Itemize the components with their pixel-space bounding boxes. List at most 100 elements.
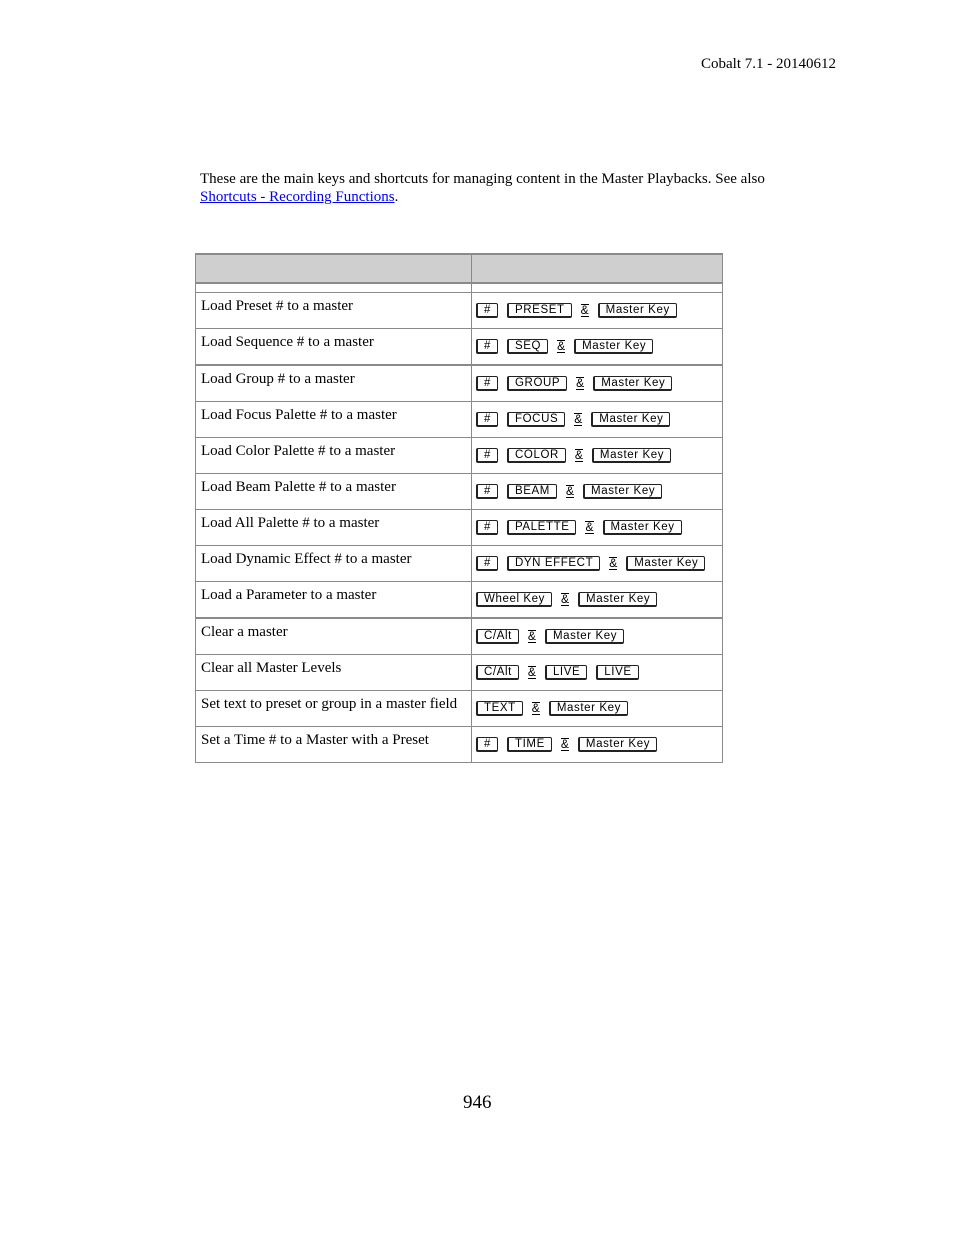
action-cell: Set text to preset or group in a master … (195, 690, 472, 727)
and-symbol: & (580, 303, 589, 318)
table-row: Load Preset # to a master # PRESET & Master … (195, 292, 723, 329)
key-cap: Master Key (577, 737, 658, 753)
action-cell: Load Beam Palette # to a master (195, 473, 472, 510)
keys-cell: Wheel Key & Master Key (471, 581, 723, 619)
and-symbol: & (557, 339, 566, 354)
key-cap: # (476, 556, 498, 572)
keys-cell: # FOCUS & Master Key (471, 401, 723, 438)
key-cap: Master Key (597, 303, 677, 319)
table-row: Load a Parameter to a master Wheel Key & Ma… (195, 581, 723, 619)
key-cap: # (476, 520, 498, 536)
key-cap: C/Alt (476, 665, 519, 681)
keys-cell: # TIME & Master Key (471, 726, 723, 763)
action-cell: Load Sequence # to a master (195, 328, 472, 366)
keys-cell: # PRESET & Master Key (471, 292, 723, 329)
keys-cell: # SEQ & Master Key (471, 328, 723, 366)
key-cap: C/Alt (476, 629, 519, 645)
action-cell: Load Group # to a master (195, 364, 472, 402)
shortcuts-table: Load Preset # to a master # PRESET & Master … (195, 253, 723, 763)
action-cell: Load Preset # to a master (195, 292, 472, 329)
table-header-row (195, 253, 723, 284)
header-action (195, 253, 472, 284)
action-cell: Load a Parameter to a master (195, 581, 472, 619)
key-cap: # (476, 412, 498, 428)
action-cell: Load Color Palette # to a master (195, 437, 472, 474)
and-symbol: & (574, 448, 583, 463)
key-cap: # (476, 376, 498, 392)
keys-cell: C/Alt & LIVE LIVE (471, 654, 723, 691)
key-cap: # (476, 484, 498, 500)
table-row: Load Focus Palette # to a master # FOCUS & M… (195, 401, 723, 438)
key-cap: Master Key (574, 339, 654, 355)
keys-cell: # DYN EFFECT & Master Key (471, 545, 723, 582)
action-cell: Set a Time # to a Master with a Preset (195, 726, 472, 763)
spacer-row (195, 282, 723, 293)
table-row: Load Dynamic Effect # to a master # DYN EF… (195, 545, 723, 582)
key-cap: LIVE (544, 665, 588, 681)
table-row: Load Color Palette # to a master # COLOR & M… (195, 437, 723, 474)
and-symbol: & (531, 701, 540, 716)
action-cell: Load Focus Palette # to a master (195, 401, 472, 438)
key-cap: BEAM (507, 484, 557, 500)
action-cell: Clear all Master Levels (195, 654, 472, 691)
key-cap: PRESET (507, 303, 572, 319)
key-cap: Master Key (548, 701, 628, 717)
key-cap: PALETTE (507, 520, 577, 536)
keys-cell: # BEAM & Master Key (471, 473, 723, 510)
recording-functions-link[interactable]: Shortcuts - Recording Functions (200, 189, 395, 205)
document-version-header: Cobalt 7.1 - 20140612 (701, 56, 836, 72)
keys-cell: # GROUP & Master Key (471, 364, 723, 402)
spacer-cell (471, 282, 723, 293)
table-row: Load Sequence # to a master # SEQ & Master K… (195, 328, 723, 366)
key-cap: Master Key (544, 629, 625, 645)
spacer-cell (195, 282, 472, 293)
key-cap: DYN EFFECT (507, 556, 601, 572)
keys-cell: # COLOR & Master Key (471, 437, 723, 474)
key-cap: # (476, 448, 498, 464)
key-cap: GROUP (507, 376, 568, 392)
key-cap: Master Key (583, 484, 663, 500)
intro-paragraph: These are the main keys and shortcuts fo… (200, 170, 810, 206)
key-cap: Master Key (626, 556, 706, 572)
and-symbol: & (560, 737, 569, 752)
and-symbol: & (527, 629, 536, 644)
key-cap: # (476, 737, 498, 753)
key-cap: Master Key (591, 412, 671, 428)
key-cap: TEXT (476, 701, 523, 717)
intro-trailing: . (394, 189, 399, 205)
key-cap: SEQ (507, 339, 549, 355)
key-cap: TIME (507, 737, 552, 753)
keys-cell: # PALETTE & Master Key (471, 509, 723, 546)
key-cap: # (476, 303, 498, 319)
action-cell: Clear a master (195, 617, 472, 655)
key-cap: Master Key (602, 520, 682, 536)
page-number: 946 (463, 1092, 492, 1113)
table-row: Clear all Master Levels C/Alt & LIVE LIVE (195, 654, 723, 691)
table-row: Clear a master C/Alt & Master Key (195, 617, 723, 655)
table-row: Set text to preset or group in a master … (195, 690, 723, 727)
key-cap: Wheel Key (476, 592, 553, 608)
key-cap: FOCUS (507, 412, 566, 428)
and-symbol: & (576, 376, 585, 391)
key-cap: Master Key (578, 592, 658, 608)
header-keys (471, 253, 723, 284)
table-row: Load Beam Palette # to a master # BEAM & Mas… (195, 473, 723, 510)
table-row: Load Group # to a master # GROUP & Master Ke… (195, 364, 723, 402)
action-cell: Load Dynamic Effect # to a master (195, 545, 472, 582)
key-cap: Master Key (593, 376, 673, 392)
and-symbol: & (561, 592, 570, 607)
action-cell: Load All Palette # to a master (195, 509, 472, 546)
intro-text: These are the main keys and shortcuts fo… (200, 171, 765, 187)
and-symbol: & (574, 412, 583, 427)
and-symbol: & (527, 665, 536, 680)
key-cap: COLOR (507, 448, 566, 464)
keys-cell: C/Alt & Master Key (471, 617, 723, 655)
key-cap: # (476, 339, 498, 355)
keys-cell: TEXT & Master Key (471, 690, 723, 727)
and-symbol: & (566, 484, 575, 499)
and-symbol: & (585, 520, 594, 535)
table-row: Load All Palette # to a master # PALETTE & M… (195, 509, 723, 546)
and-symbol: & (609, 556, 618, 571)
key-cap: LIVE (596, 665, 639, 681)
table-row: Set a Time # to a Master with a Preset # T… (195, 726, 723, 763)
